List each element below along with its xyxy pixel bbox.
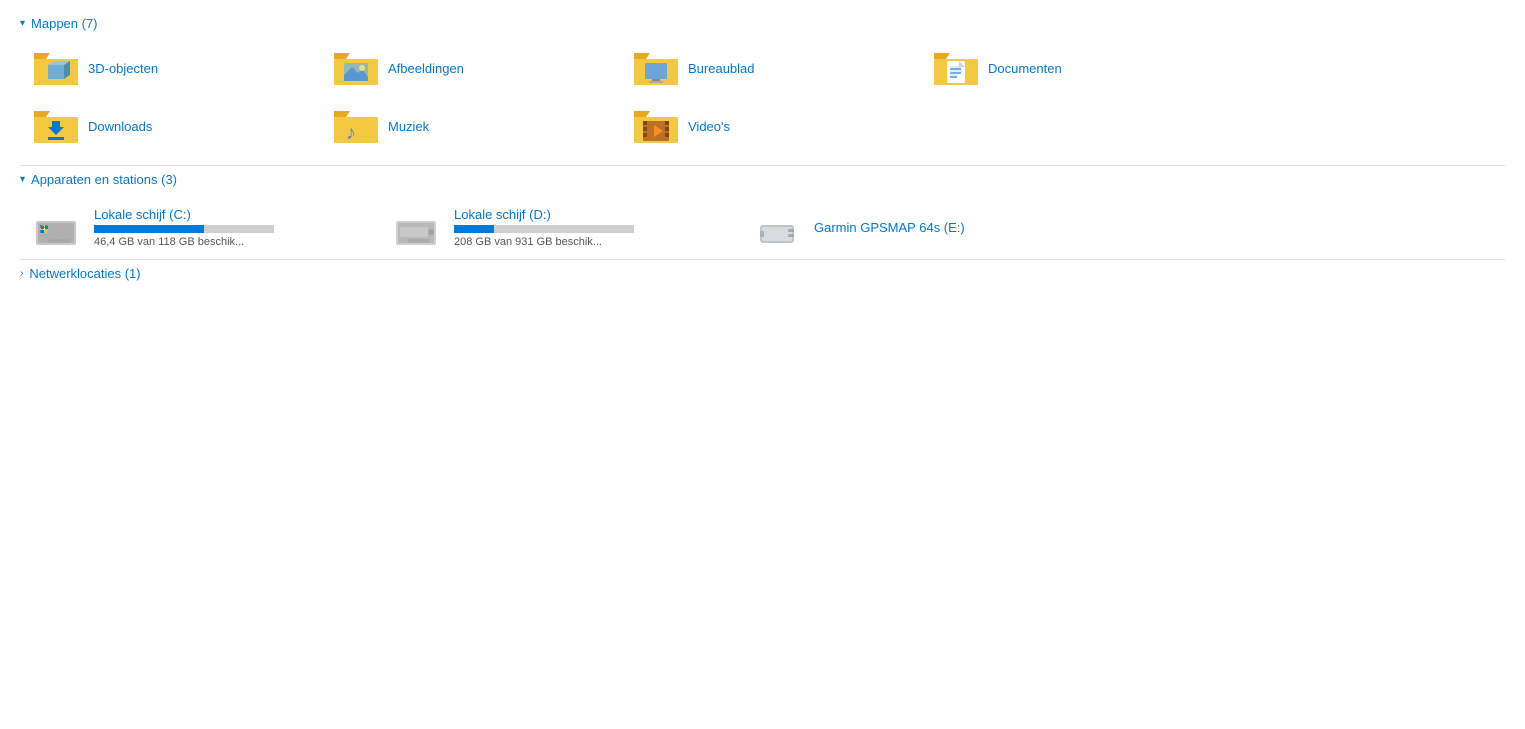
folders-section-header[interactable]: ▾ Mappen (7) bbox=[20, 10, 1505, 31]
drive-c-bar-fill bbox=[94, 225, 204, 233]
folder-bureaublad-label: Bureaublad bbox=[688, 61, 755, 76]
folder-downloads-label: Downloads bbox=[88, 119, 152, 134]
device-item-drive-e[interactable]: Garmin GPSMAP 64s (E:) bbox=[740, 195, 1100, 259]
folder-downloads-icon bbox=[32, 105, 80, 147]
folder-item-bureaublad[interactable]: Bureaublad bbox=[620, 39, 920, 97]
folder-item-afbeeldingen[interactable]: Afbeeldingen bbox=[320, 39, 620, 97]
folder-item-3d-objecten[interactable]: 3D-objecten bbox=[20, 39, 320, 97]
folders-chevron: ▾ bbox=[20, 18, 25, 29]
folder-item-downloads[interactable]: Downloads bbox=[20, 97, 320, 155]
folders-section-label: Mappen (7) bbox=[31, 16, 97, 31]
device-item-drive-d[interactable]: Lokale schijf (D:) 208 GB van 931 GB bes… bbox=[380, 195, 740, 259]
drive-c-capacity: 46,4 GB van 118 GB beschik... bbox=[94, 236, 274, 248]
folder-music-icon: ♪ bbox=[332, 105, 380, 147]
folder-videos-label: Video's bbox=[688, 119, 730, 134]
drive-c-bar-container bbox=[94, 225, 274, 233]
network-section-label: Netwerklocaties (1) bbox=[29, 266, 140, 281]
drive-c-icon bbox=[32, 203, 84, 251]
drive-d-info: Lokale schijf (D:) 208 GB van 931 GB bes… bbox=[454, 207, 634, 248]
svg-text:♪: ♪ bbox=[346, 122, 356, 144]
devices-section-header[interactable]: ▾ Apparaten en stations (3) bbox=[20, 165, 1505, 187]
drive-d-icon bbox=[392, 203, 444, 251]
drive-c-info: Lokale schijf (C:) 46,4 GB van 118 GB be… bbox=[94, 207, 274, 248]
network-section-header[interactable]: › Netwerklocaties (1) bbox=[20, 266, 1505, 281]
drive-d-capacity: 208 GB van 931 GB beschik... bbox=[454, 236, 634, 248]
network-chevron: › bbox=[20, 268, 23, 279]
folder-documenten-label: Documenten bbox=[988, 61, 1062, 76]
device-item-drive-c[interactable]: Lokale schijf (C:) 46,4 GB van 118 GB be… bbox=[20, 195, 380, 259]
main-content: ▾ Mappen (7) 3D-objecten bbox=[0, 0, 1525, 291]
folder-item-videos[interactable]: Video's bbox=[620, 97, 920, 155]
folder-documents-icon bbox=[932, 47, 980, 89]
folder-3d-label: 3D-objecten bbox=[88, 61, 158, 76]
devices-grid: Lokale schijf (C:) 46,4 GB van 118 GB be… bbox=[20, 195, 1505, 259]
folder-pictures-icon bbox=[332, 47, 380, 89]
devices-chevron: ▾ bbox=[20, 174, 25, 185]
drive-d-name: Lokale schijf (D:) bbox=[454, 207, 634, 222]
folder-afbeeldingen-label: Afbeeldingen bbox=[388, 61, 464, 76]
folder-videos-icon bbox=[632, 105, 680, 147]
drive-e-name: Garmin GPSMAP 64s (E:) bbox=[814, 220, 965, 235]
folders-grid: 3D-objecten Afbeeldingen bbox=[20, 39, 1505, 155]
folder-desktop-icon bbox=[632, 47, 680, 89]
drive-d-bar-fill bbox=[454, 225, 494, 233]
drive-c-name: Lokale schijf (C:) bbox=[94, 207, 274, 222]
devices-section-label: Apparaten en stations (3) bbox=[31, 172, 177, 187]
folder-muziek-label: Muziek bbox=[388, 119, 429, 134]
folder-item-muziek[interactable]: ♪ Muziek bbox=[320, 97, 620, 155]
drive-e-icon bbox=[752, 203, 804, 251]
folder-3d-icon bbox=[32, 47, 80, 89]
network-section: › Netwerklocaties (1) bbox=[20, 259, 1505, 281]
folder-item-documenten[interactable]: Documenten bbox=[920, 39, 1220, 97]
drive-d-bar-container bbox=[454, 225, 634, 233]
drive-e-info: Garmin GPSMAP 64s (E:) bbox=[814, 220, 965, 235]
